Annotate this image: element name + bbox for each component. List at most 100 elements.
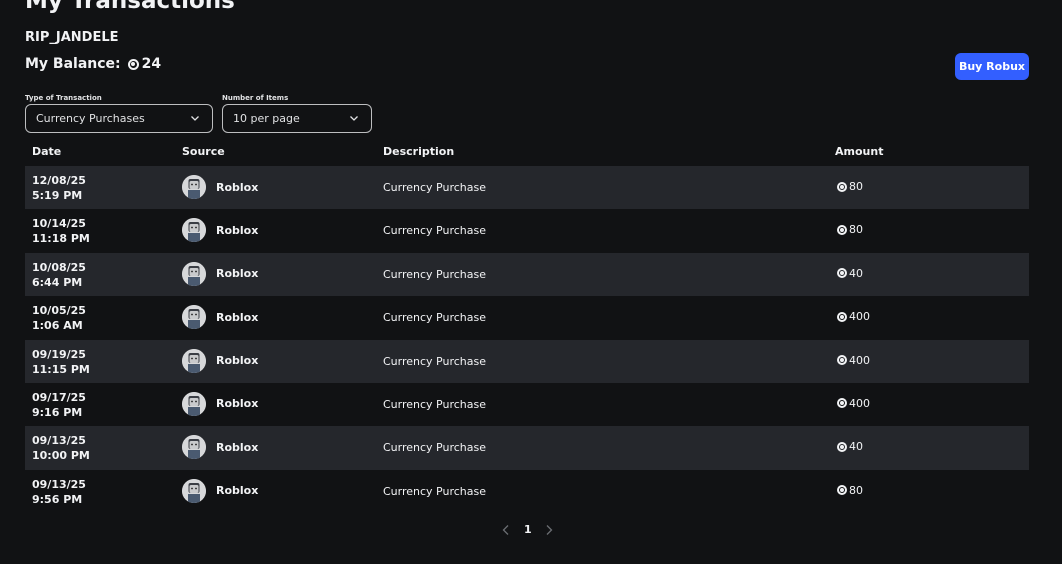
row-source[interactable]: Roblox bbox=[182, 391, 258, 416]
row-source[interactable]: Roblox bbox=[182, 435, 258, 460]
column-source: Source bbox=[182, 145, 225, 158]
row-date-day: 09/13/25 bbox=[32, 434, 86, 448]
row-date: 10/05/25 1:06 AM bbox=[32, 303, 86, 333]
row-source[interactable]: Roblox bbox=[182, 175, 258, 199]
table-row: 12/08/25 5:19 PM Roblox Currency Purchase 80 bbox=[25, 166, 1029, 210]
row-source[interactable]: Roblox bbox=[182, 218, 258, 243]
table-row: 10/05/25 1:06 AM Roblox Currency Purchase 40… bbox=[25, 296, 1029, 339]
robux-icon bbox=[837, 181, 847, 192]
row-amount: 80 bbox=[837, 180, 863, 193]
table-row: 09/13/25 10:00 PM Roblox Currency Purchase 4… bbox=[25, 426, 1029, 470]
row-source-name[interactable]: Roblox bbox=[216, 354, 258, 367]
transaction-type-select[interactable]: Currency Purchases bbox=[25, 104, 213, 133]
row-date: 09/13/25 9:56 PM bbox=[32, 477, 86, 507]
row-source[interactable]: Roblox bbox=[182, 305, 258, 330]
row-date-time: 9:56 PM bbox=[32, 492, 83, 506]
row-date-day: 10/14/25 bbox=[32, 217, 86, 231]
row-amount-value: 80 bbox=[849, 223, 863, 237]
robux-icon bbox=[837, 268, 847, 279]
column-description: Description bbox=[383, 145, 455, 158]
items-count-select[interactable]: 10 per page bbox=[222, 104, 372, 133]
column-date: Date bbox=[32, 145, 62, 158]
robux-icon bbox=[837, 398, 847, 409]
row-date-time: 9:16 PM bbox=[32, 405, 83, 419]
row-date: 12/08/25 5:19 PM bbox=[32, 173, 86, 203]
row-amount: 80 bbox=[837, 484, 863, 497]
transactions-page: My Transactions RIP_JANDELE My Balance: … bbox=[0, 0, 1062, 564]
row-amount-value: 80 bbox=[849, 180, 863, 193]
robux-icon bbox=[837, 355, 847, 366]
row-date-day: 12/08/25 bbox=[32, 174, 86, 187]
row-date-day: 09/19/25 bbox=[32, 347, 86, 361]
row-description: Currency Purchase bbox=[383, 397, 487, 411]
transactions-table: 12/08/25 5:19 PM Roblox Currency Purchase 80… bbox=[25, 166, 1029, 513]
row-description: Currency Purchase bbox=[383, 484, 487, 498]
items-count-label: Number of Items bbox=[222, 94, 289, 102]
row-date-time: 6:44 PM bbox=[32, 275, 83, 289]
column-amount: Amount bbox=[835, 145, 884, 158]
row-amount-value: 400 bbox=[849, 310, 870, 324]
row-amount: 40 bbox=[837, 267, 863, 280]
row-source[interactable]: Roblox bbox=[182, 478, 258, 503]
row-source-name[interactable]: Roblox bbox=[216, 311, 258, 324]
row-amount-value: 40 bbox=[849, 266, 863, 280]
robux-icon bbox=[837, 485, 847, 496]
row-amount: 400 bbox=[837, 354, 870, 367]
row-description: Currency Purchase bbox=[383, 441, 487, 455]
balance-label: My Balance: bbox=[25, 56, 121, 72]
row-source[interactable]: Roblox bbox=[182, 348, 258, 373]
row-amount: 40 bbox=[837, 440, 863, 453]
row-description: Currency Purchase bbox=[383, 224, 487, 238]
transaction-type-label: Type of Transaction bbox=[25, 94, 102, 102]
transaction-type-value: Currency Purchases bbox=[36, 112, 145, 125]
row-amount-value: 80 bbox=[849, 483, 863, 497]
robux-icon bbox=[127, 58, 139, 70]
robux-icon bbox=[837, 224, 847, 235]
row-description: Currency Purchase bbox=[383, 267, 487, 281]
row-amount: 400 bbox=[837, 397, 870, 410]
robux-icon bbox=[837, 441, 847, 452]
row-amount-value: 40 bbox=[849, 440, 863, 454]
table-row: 09/19/25 11:15 PM Roblox Currency Purchase 4… bbox=[25, 339, 1029, 383]
avatar[interactable] bbox=[182, 348, 206, 373]
avatar[interactable] bbox=[182, 391, 206, 416]
row-description: Currency Purchase bbox=[383, 311, 487, 325]
chevron-down-icon bbox=[191, 116, 199, 121]
balance: My Balance: 24 bbox=[25, 56, 161, 72]
row-date: 09/13/25 10:00 PM bbox=[32, 433, 90, 463]
avatar[interactable] bbox=[182, 305, 206, 330]
row-amount: 80 bbox=[837, 223, 863, 236]
row-source-name[interactable]: Roblox bbox=[216, 441, 258, 454]
row-amount: 400 bbox=[837, 310, 870, 323]
row-source-name[interactable]: Roblox bbox=[216, 397, 258, 410]
avatar[interactable] bbox=[182, 478, 206, 503]
row-date-time: 11:18 PM bbox=[32, 232, 90, 246]
table-row: 09/17/25 9:16 PM Roblox Currency Purchase 40… bbox=[25, 383, 1029, 426]
row-date-time: 11:15 PM bbox=[32, 362, 90, 376]
row-date-day: 09/13/25 bbox=[32, 477, 86, 491]
chevron-left-icon[interactable] bbox=[501, 524, 511, 536]
avatar[interactable] bbox=[182, 218, 206, 243]
table-header: Date Source Description Amount bbox=[25, 145, 1029, 161]
page-number[interactable]: 1 bbox=[524, 523, 532, 536]
items-count-value: 10 per page bbox=[233, 112, 300, 125]
avatar[interactable] bbox=[182, 435, 206, 460]
chevron-right-icon[interactable] bbox=[544, 524, 554, 536]
page-title: My Transactions bbox=[25, 0, 235, 14]
avatar[interactable] bbox=[182, 175, 206, 199]
row-source-name[interactable]: Roblox bbox=[216, 484, 258, 497]
row-source-name[interactable]: Roblox bbox=[216, 267, 258, 280]
row-source-name[interactable]: Roblox bbox=[216, 181, 258, 194]
row-date: 09/17/25 9:16 PM bbox=[32, 390, 86, 420]
row-source[interactable]: Roblox bbox=[182, 261, 258, 286]
buy-robux-button[interactable]: Buy Robux bbox=[955, 53, 1029, 80]
row-date-time: 1:06 AM bbox=[32, 319, 83, 333]
row-date-time: 5:19 PM bbox=[32, 189, 83, 202]
username: RIP_JANDELE bbox=[25, 30, 119, 45]
avatar[interactable] bbox=[182, 261, 206, 286]
row-amount-value: 400 bbox=[849, 396, 870, 410]
table-row: 09/13/25 9:56 PM Roblox Currency Purchase 80 bbox=[25, 470, 1029, 513]
row-description: Currency Purchase bbox=[383, 354, 487, 368]
row-source-name[interactable]: Roblox bbox=[216, 224, 258, 237]
balance-value: 24 bbox=[141, 56, 162, 72]
